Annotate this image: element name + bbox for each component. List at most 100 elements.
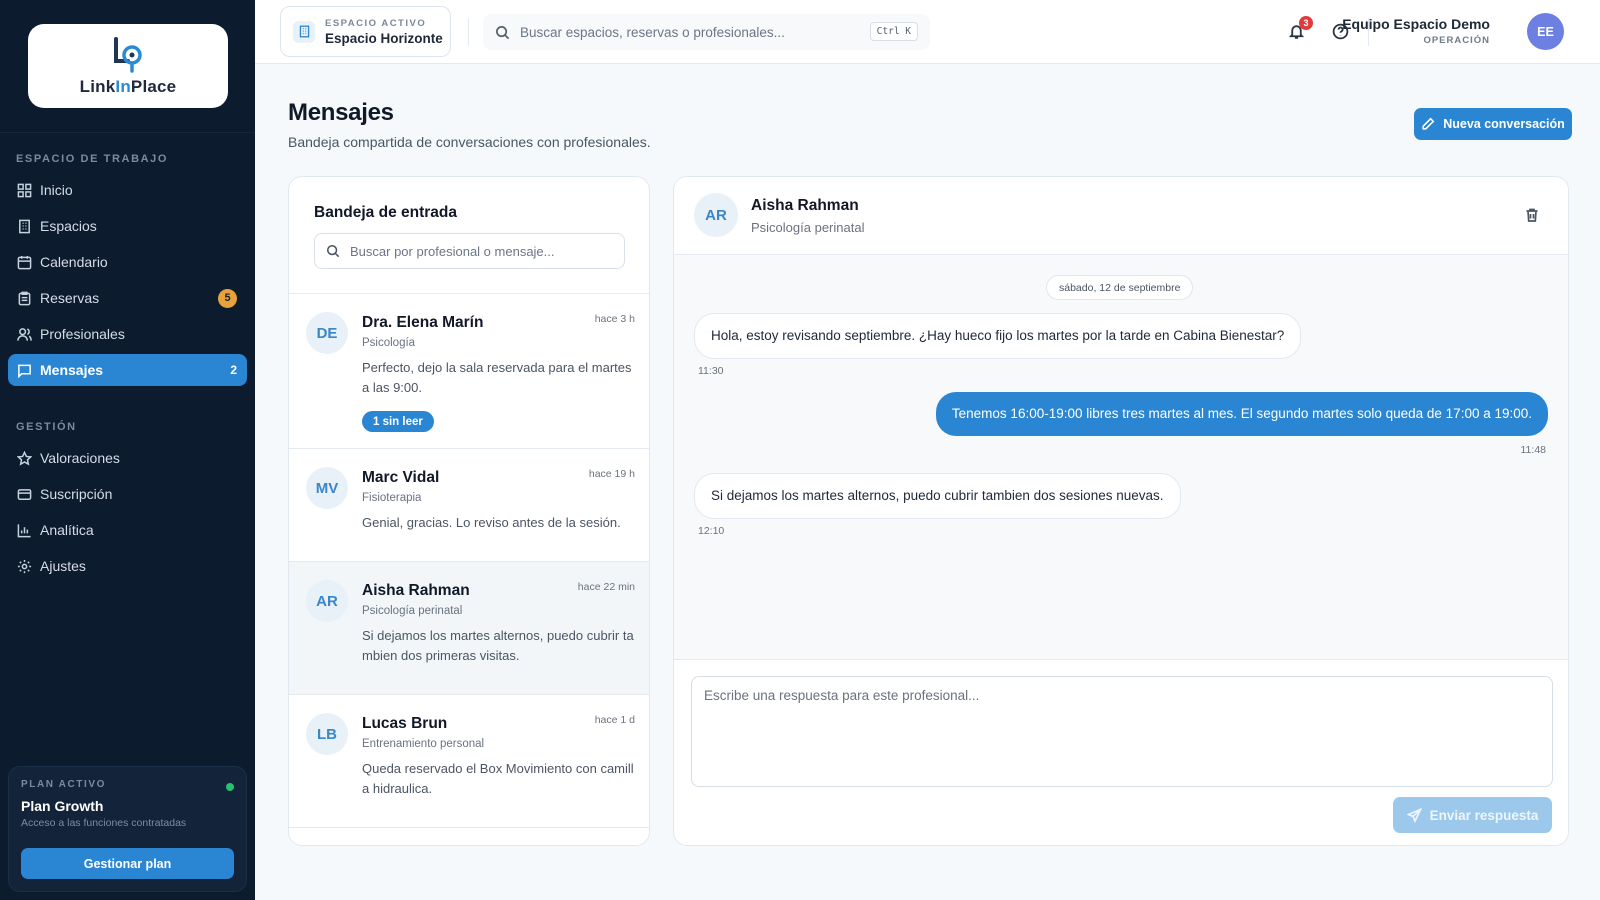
users-icon (17, 327, 32, 342)
message-time: 11:48 (1520, 444, 1547, 456)
building-icon (293, 20, 315, 43)
linkinplace-logo-icon (114, 37, 142, 73)
active-plan-card: PLAN ACTIVO Plan Growth Acceso a las fun… (8, 766, 247, 892)
grid-icon (17, 183, 32, 198)
conversation-name: Dra. Elena Marín (362, 314, 484, 331)
section-title-workspace: ESPACIO DE TRABAJO (16, 153, 169, 165)
search-icon (496, 25, 510, 39)
conversation-time: hace 22 min (577, 581, 635, 593)
conversation-name: Marc Vidal (362, 469, 440, 486)
building-icon (17, 219, 32, 234)
sidebar-item-calendario[interactable]: Calendario (8, 246, 247, 278)
global-search-input[interactable]: Buscar espacios, reservas o profesionale… (483, 14, 930, 50)
calendar-icon (17, 255, 32, 270)
sidebar-item-label: Mensajes (40, 362, 104, 378)
topbar-divider (468, 18, 469, 46)
send-reply-button[interactable]: Enviar respuesta (1393, 797, 1552, 833)
plan-label: PLAN ACTIVO (21, 779, 107, 790)
sidebar-item-label: Suscripción (40, 486, 113, 502)
search-shortcut-hint: Ctrl K (869, 22, 918, 41)
new-conversation-button[interactable]: Nueva conversación (1414, 108, 1572, 140)
sidebar-item-label: Calendario (40, 254, 108, 270)
sidebar-item-profesionales[interactable]: Profesionales (8, 318, 247, 350)
active-space-kicker: ESPACIO ACTIVO (325, 17, 427, 29)
page-subtitle: Bandeja compartida de conversaciones con… (288, 134, 651, 150)
message-thread: sábado, 12 de septiembre Hola, estoy rev… (674, 255, 1568, 659)
conversation-item[interactable]: MV Marc Vidal hace 19 h Fisioterapia Gen… (289, 449, 649, 562)
active-space-selector[interactable]: ESPACIO ACTIVO Espacio Horizonte (280, 6, 451, 57)
inbox-title: Bandeja de entrada (314, 204, 457, 221)
user-role: OPERACIÓN (1423, 35, 1490, 46)
conversation-item-selected[interactable]: AR Aisha Rahman hace 22 min Psicología p… (289, 562, 649, 695)
conversation-time: hace 3 h (594, 313, 635, 325)
inbox-search-placeholder: Buscar por profesional o mensaje... (350, 243, 555, 259)
clipboard-icon (17, 291, 32, 306)
notifications-button[interactable]: 3 (1285, 16, 1313, 42)
avatar: AR (306, 580, 348, 622)
message-time: 12:10 (698, 525, 725, 537)
page-title: Mensajes (288, 99, 394, 126)
gear-icon (17, 559, 32, 574)
star-icon (17, 450, 32, 466)
sidebar-item-suscripcion[interactable]: Suscripción (8, 478, 247, 510)
send-reply-label: Enviar respuesta (1429, 807, 1539, 823)
sidebar-item-ajustes[interactable]: Ajustes (8, 550, 247, 582)
sidebar-item-reservas[interactable]: Reservas 5 (8, 282, 247, 314)
delete-conversation-button[interactable] (1524, 207, 1540, 223)
global-search-placeholder: Buscar espacios, reservas o profesionale… (520, 24, 785, 40)
chat-contact-name: Aisha Rahman (751, 197, 859, 214)
user-menu[interactable]: Equipo Espacio Demo OPERACIÓN (1342, 16, 1490, 46)
reply-composer: Enviar respuesta (674, 659, 1568, 845)
pencil-icon (1422, 117, 1435, 130)
brand-logo[interactable]: LinkInPlace (28, 24, 228, 108)
user-name: Equipo Espacio Demo (1342, 16, 1490, 32)
user-avatar[interactable]: EE (1527, 13, 1564, 50)
conversation-specialty: Fisioterapia (362, 492, 422, 504)
sidebar-item-label: Espacios (40, 218, 97, 234)
conversation-item[interactable]: DE Dra. Elena Marín hace 3 h Psicología … (289, 294, 649, 449)
message-icon (17, 363, 32, 378)
reply-textarea[interactable] (691, 676, 1553, 787)
unread-badge: 1 sin leer (362, 411, 434, 432)
conversation-preview: Perfecto, dejo la sala reservada para el… (362, 360, 632, 395)
conversation-specialty: Psicología perinatal (362, 605, 463, 617)
sidebar: LinkInPlace ESPACIO DE TRABAJO Inicio Es… (0, 0, 255, 900)
notifications-count-badge: 3 (1299, 16, 1313, 30)
plan-description: Acceso a las funciones contratadas (21, 817, 187, 829)
avatar: DE (306, 312, 348, 354)
send-icon (1406, 807, 1422, 823)
chat-header: AR Aisha Rahman Psicología perinatal (674, 177, 1568, 255)
conversation-specialty: Psicología (362, 337, 416, 349)
chat-contact-specialty: Psicología perinatal (751, 220, 865, 235)
conversation-item[interactable]: LB Lucas Brun hace 1 d Entrenamiento per… (289, 695, 649, 828)
topbar: ESPACIO ACTIVO Espacio Horizonte Buscar … (255, 0, 1600, 64)
sidebar-item-label: Reservas (40, 290, 100, 306)
sidebar-item-label: Inicio (40, 182, 73, 198)
message-bubble-incoming: Si dejamos los martes alternos, puedo cu… (694, 473, 1181, 519)
sidebar-item-analitica[interactable]: Analítica (8, 514, 247, 546)
message-bubble-outgoing: Tenemos 16:00-19:00 libres tres martes a… (935, 392, 1548, 436)
conversation-name: Aisha Rahman (362, 582, 470, 599)
avatar: MV (306, 467, 348, 509)
sidebar-item-valoraciones[interactable]: Valoraciones (8, 442, 247, 474)
message-time: 11:30 (698, 365, 724, 377)
inbox-search-input[interactable]: Buscar por profesional o mensaje... (314, 233, 625, 269)
brand-name: LinkInPlace (79, 77, 177, 96)
conversation-preview: Si dejamos los martes alternos, puedo cu… (362, 628, 634, 663)
manage-plan-button[interactable]: Gestionar plan (21, 848, 234, 879)
sidebar-item-label: Ajustes (40, 558, 86, 574)
plan-name: Plan Growth (21, 798, 104, 814)
plan-status-dot (226, 783, 234, 791)
sidebar-item-mensajes[interactable]: Mensajes 2 (8, 354, 247, 386)
sidebar-item-inicio[interactable]: Inicio (8, 174, 247, 206)
message-bubble-incoming: Hola, estoy revisando septiembre. ¿Hay h… (694, 313, 1302, 359)
sidebar-item-label: Analítica (40, 522, 94, 538)
sidebar-divider (0, 132, 255, 133)
active-space-name: Espacio Horizonte (325, 30, 443, 46)
section-title-management: GESTIÓN (16, 421, 77, 433)
sidebar-item-espacios[interactable]: Espacios (8, 210, 247, 242)
new-conversation-label: Nueva conversación (1443, 117, 1565, 131)
conversation-time: hace 19 h (588, 468, 635, 480)
sidebar-item-label: Profesionales (40, 326, 125, 342)
conversation-list: DE Dra. Elena Marín hace 3 h Psicología … (289, 293, 649, 828)
